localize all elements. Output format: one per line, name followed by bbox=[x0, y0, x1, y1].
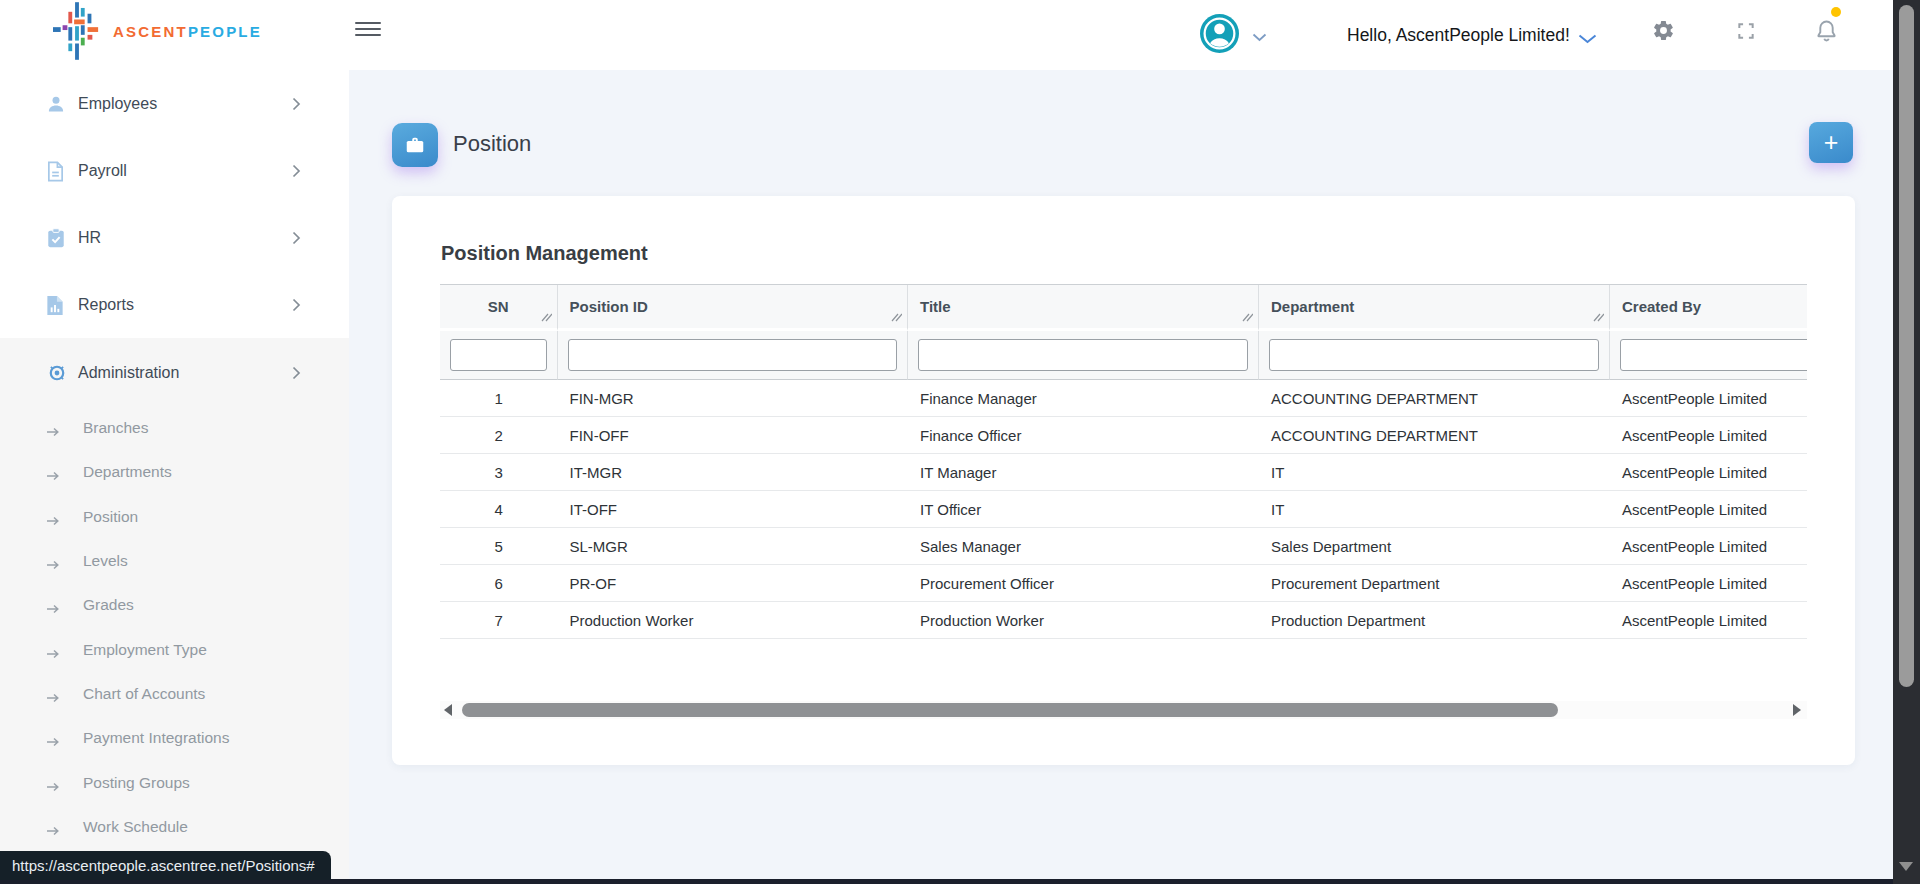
sidebar-subitem-work-schedule[interactable]: Work Schedule bbox=[0, 814, 349, 840]
sidebar-subitem-posting-groups[interactable]: Posting Groups bbox=[0, 770, 349, 796]
chevron-right-icon bbox=[292, 231, 301, 249]
arrow-right-icon bbox=[46, 556, 60, 574]
table-row: 1 FIN-MGR Finance Manager ACCOUNTING DEP… bbox=[440, 380, 1807, 417]
table-row: 2 FIN-OFF Finance Officer ACCOUNTING DEP… bbox=[440, 417, 1807, 454]
greeting-text[interactable]: Hello, AscentPeople Limited! bbox=[1347, 0, 1570, 70]
table-container: SN Position ID Title Department Created … bbox=[440, 284, 1807, 652]
column-resize-handle-icon[interactable] bbox=[1593, 308, 1604, 325]
arrow-right-icon bbox=[46, 778, 60, 796]
position-management-card: Position Management SN Position ID Title… bbox=[392, 196, 1855, 765]
document-icon bbox=[46, 160, 68, 182]
sidebar-subitem-departments[interactable]: Departments bbox=[0, 459, 349, 485]
status-bar-url: https://ascentpeople.ascentree.net/Posit… bbox=[0, 851, 331, 880]
table-row: 5 SL-MGR Sales Manager Sales Department … bbox=[440, 528, 1807, 565]
brand-wordmark: ASCENTPEOPLE bbox=[113, 23, 262, 40]
table-row: 6 PR-OF Procurement Officer Procurement … bbox=[440, 565, 1807, 602]
arrow-right-icon bbox=[46, 467, 60, 485]
sidebar-item-administration[interactable]: Administration bbox=[0, 358, 349, 388]
scroll-right-arrow-icon[interactable] bbox=[1793, 704, 1801, 716]
sidebar-subitem-employment-type[interactable]: Employment Type bbox=[0, 637, 349, 663]
filter-cell bbox=[440, 331, 558, 380]
column-header-created-by[interactable]: Created By bbox=[1610, 285, 1807, 331]
page-title: Position bbox=[453, 131, 531, 157]
settings-gear-icon[interactable] bbox=[1652, 19, 1675, 46]
table-row: 7 Production Worker Production Worker Pr… bbox=[440, 602, 1807, 639]
sidebar-subitem-levels[interactable]: Levels bbox=[0, 548, 349, 574]
fullscreen-icon[interactable] bbox=[1736, 21, 1756, 45]
sidebar-item-employees[interactable]: Employees bbox=[0, 89, 349, 119]
filter-cell bbox=[1259, 331, 1610, 380]
page-icon-briefcase bbox=[392, 123, 438, 167]
arrow-right-icon bbox=[46, 733, 60, 751]
positions-table: SN Position ID Title Department Created … bbox=[440, 284, 1807, 639]
filter-cell bbox=[1610, 331, 1807, 380]
sidebar-subitem-payment-integrations[interactable]: Payment Integrations bbox=[0, 725, 349, 751]
clipboard-check-icon bbox=[46, 227, 68, 249]
vertical-scrollbar bbox=[1893, 0, 1920, 884]
sidebar-subitem-branches[interactable]: Branches bbox=[0, 415, 349, 441]
menu-toggle-icon[interactable] bbox=[355, 22, 381, 36]
chevron-right-icon bbox=[292, 97, 301, 115]
sidebar-subitem-grades[interactable]: Grades bbox=[0, 592, 349, 618]
sidebar-subitem-position[interactable]: Position bbox=[0, 504, 349, 530]
column-header-position-id[interactable]: Position ID bbox=[558, 285, 909, 331]
sidebar-item-payroll[interactable]: Payroll bbox=[0, 156, 349, 186]
column-resize-handle-icon[interactable] bbox=[891, 308, 902, 325]
add-position-button[interactable]: + bbox=[1809, 122, 1853, 163]
top-bar: ASCENTPEOPLE Hello, AscentPeople Limited… bbox=[0, 0, 1893, 70]
chevron-right-icon bbox=[292, 298, 301, 316]
user-icon bbox=[46, 93, 68, 115]
notifications-bell-icon[interactable] bbox=[1813, 17, 1840, 49]
filter-input-sn[interactable] bbox=[450, 339, 547, 371]
arrow-right-icon bbox=[46, 822, 60, 840]
sidebar-item-reports[interactable]: Reports bbox=[0, 290, 349, 320]
app-screen: ASCENTPEOPLE Hello, AscentPeople Limited… bbox=[0, 0, 1920, 884]
briefcase-icon bbox=[404, 134, 426, 156]
horizontal-scrollbar bbox=[440, 701, 1807, 719]
sidebar: Employees Payroll HR Reports bbox=[0, 70, 349, 879]
card-title: Position Management bbox=[441, 242, 648, 265]
notification-badge bbox=[1831, 7, 1841, 17]
arrow-right-icon bbox=[46, 689, 60, 707]
scroll-down-arrow-icon[interactable] bbox=[1899, 862, 1913, 871]
user-avatar[interactable] bbox=[1200, 14, 1239, 53]
column-resize-handle-icon[interactable] bbox=[1242, 308, 1253, 325]
target-icon bbox=[46, 362, 68, 384]
table-row: 4 IT-OFF IT Officer IT AscentPeople Limi… bbox=[440, 491, 1807, 528]
table-row: 3 IT-MGR IT Manager IT AscentPeople Limi… bbox=[440, 454, 1807, 491]
filter-cell bbox=[908, 331, 1259, 380]
filter-input-created-by[interactable] bbox=[1620, 339, 1807, 371]
scroll-left-arrow-icon[interactable] bbox=[444, 704, 452, 716]
report-chart-icon bbox=[46, 294, 68, 316]
column-header-title[interactable]: Title bbox=[908, 285, 1259, 331]
column-resize-handle-icon[interactable] bbox=[541, 308, 552, 325]
filter-cell bbox=[558, 331, 909, 380]
horizontal-scrollbar-thumb[interactable] bbox=[462, 703, 1558, 717]
greeting-chevron-icon[interactable] bbox=[1578, 30, 1597, 48]
filter-input-title[interactable] bbox=[918, 339, 1248, 371]
sidebar-subitem-chart-of-accounts[interactable]: Chart of Accounts bbox=[0, 681, 349, 707]
user-menu-chevron-icon[interactable] bbox=[1252, 28, 1267, 46]
brand-logo[interactable]: ASCENTPEOPLE bbox=[53, 2, 262, 60]
column-header-department[interactable]: Department bbox=[1259, 285, 1610, 331]
sidebar-item-hr[interactable]: HR bbox=[0, 223, 349, 253]
chevron-right-icon bbox=[292, 366, 301, 384]
chevron-right-icon bbox=[292, 164, 301, 182]
column-header-sn[interactable]: SN bbox=[440, 285, 558, 331]
filter-input-position-id[interactable] bbox=[568, 339, 898, 371]
filter-input-department[interactable] bbox=[1269, 339, 1599, 371]
user-avatar-icon bbox=[1200, 14, 1239, 53]
arrow-right-icon bbox=[46, 600, 60, 618]
vertical-scrollbar-thumb[interactable] bbox=[1899, 5, 1914, 687]
arrow-right-icon bbox=[46, 423, 60, 441]
arrow-right-icon bbox=[46, 645, 60, 663]
arrow-right-icon bbox=[46, 512, 60, 530]
brand-logo-icon bbox=[53, 2, 101, 60]
